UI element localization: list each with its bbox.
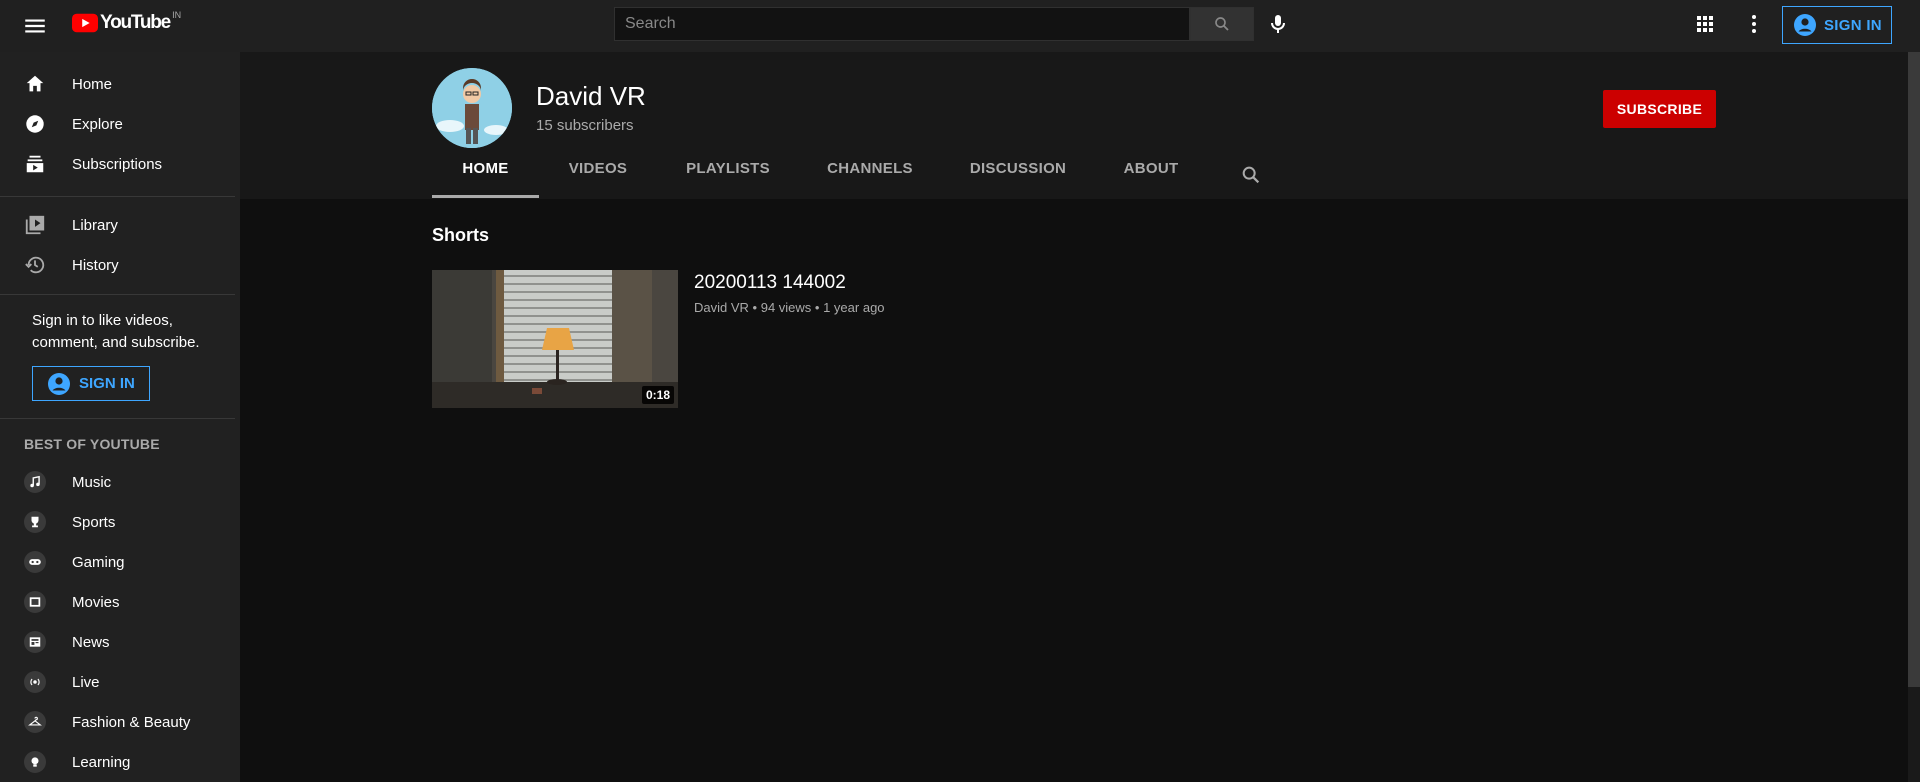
tab-videos[interactable]: VIDEOS	[566, 160, 630, 198]
logo-country-code: IN	[172, 10, 182, 20]
subscriptions-icon	[24, 153, 46, 175]
sidebar-item-movies[interactable]: Movies	[0, 582, 240, 622]
sidebar-item-label: Library	[72, 216, 118, 234]
best-of-youtube-heading: BEST OF YOUTUBE	[24, 436, 160, 452]
channel-avatar[interactable]	[432, 68, 512, 148]
trophy-icon	[24, 511, 46, 533]
video-thumbnail[interactable]: 0:18	[432, 270, 678, 408]
logo-text: YouTube	[100, 12, 171, 33]
tab-discussion[interactable]: DISCUSSION	[970, 160, 1066, 198]
video-upload-age: 1 year ago	[823, 300, 885, 315]
sidebar-item-home[interactable]: Home	[0, 64, 240, 104]
account-icon	[1794, 14, 1816, 36]
gaming-icon	[24, 551, 46, 573]
sign-in-prompt: Sign in to like videos, comment, and sub…	[32, 312, 200, 351]
sidebar-item-fashion-beauty[interactable]: Fashion & Beauty	[0, 702, 240, 742]
sidebar-item-label: Movies	[72, 593, 120, 611]
lightbulb-icon	[24, 751, 46, 773]
sidebar-item-sports[interactable]: Sports	[0, 502, 240, 542]
youtube-logo[interactable]: YouTube IN	[72, 10, 182, 34]
sidebar-item-label: Home	[72, 75, 113, 93]
video-channel-name[interactable]: David VR	[694, 300, 749, 315]
more-options-icon[interactable]	[1742, 12, 1766, 36]
sidebar-item-learning[interactable]: Learning	[0, 742, 240, 782]
sidebar-item-label: Sports	[72, 513, 116, 531]
hamburger-menu-icon[interactable]	[22, 13, 48, 39]
video-view-count: 94 views	[760, 300, 812, 315]
meta-separator: •	[752, 300, 761, 315]
sidebar-item-label: Fashion & Beauty	[72, 713, 191, 731]
sidebar-item-label: Gaming	[72, 553, 125, 571]
sidebar-item-label: News	[72, 633, 110, 651]
sidebar-item-library[interactable]: Library	[0, 205, 240, 245]
scrollbar-thumb[interactable]	[1908, 52, 1920, 687]
hanger-icon	[24, 711, 46, 733]
compass-icon	[24, 113, 46, 135]
tab-about[interactable]: ABOUT	[1124, 160, 1179, 198]
sidebar-item-gaming[interactable]: Gaming	[0, 542, 240, 582]
sidebar-sign-in-button[interactable]: SIGN IN	[32, 366, 150, 401]
sidebar-item-explore[interactable]: Explore	[0, 104, 240, 144]
sign-in-label: SIGN IN	[79, 375, 135, 392]
tab-channels[interactable]: CHANNELS	[827, 160, 912, 198]
sidebar-item-label: History	[72, 256, 119, 274]
sign-in-label: SIGN IN	[1824, 16, 1882, 34]
library-icon	[24, 214, 46, 236]
sidebar-item-history[interactable]: History	[0, 245, 240, 285]
video-duration: 0:18	[641, 386, 674, 404]
top-bar: YouTube IN Search SIGN IN	[0, 0, 1920, 52]
sidebar-divider	[0, 294, 235, 295]
search-button[interactable]	[1190, 7, 1254, 41]
channel-name: David VR	[536, 81, 646, 111]
sidebar-item-label: Subscriptions	[72, 155, 163, 173]
shelf-title: Shorts	[432, 225, 490, 245]
account-icon	[48, 372, 70, 395]
sidebar-item-label: Music	[72, 473, 112, 491]
meta-separator: •	[814, 300, 824, 315]
video-title[interactable]: 20200113 144002	[694, 272, 846, 294]
news-icon	[24, 631, 46, 653]
tab-home[interactable]: HOME	[432, 160, 539, 198]
search-icon	[1215, 17, 1229, 31]
sign-in-button[interactable]: SIGN IN	[1782, 6, 1892, 44]
channel-search-icon[interactable]	[1240, 164, 1262, 186]
youtube-play-icon	[72, 13, 98, 33]
sidebar-item-label: Explore	[72, 115, 123, 133]
apps-grid-icon[interactable]	[1693, 12, 1717, 36]
sidebar-divider	[0, 418, 235, 419]
sidebar-item-label: Learning	[72, 753, 131, 771]
subscribe-button[interactable]: SUBSCRIBE	[1603, 90, 1716, 128]
video-metadata: David VR • 94 views • 1 year ago	[694, 300, 885, 315]
sidebar-item-music[interactable]: Music	[0, 462, 240, 502]
sidebar-divider	[0, 196, 235, 197]
tab-playlists[interactable]: PLAYLISTS	[686, 160, 770, 198]
subscriber-count: 15 subscribers	[536, 117, 634, 134]
sidebar: Home Explore Subscriptions Library Histo…	[0, 52, 240, 782]
movies-icon	[24, 591, 46, 613]
microphone-icon[interactable]	[1266, 12, 1290, 36]
live-icon	[24, 671, 46, 693]
sidebar-item-label: Live	[72, 673, 100, 691]
sidebar-item-subscriptions[interactable]: Subscriptions	[0, 144, 240, 184]
home-icon	[24, 73, 46, 95]
search-input[interactable]: Search	[614, 7, 1190, 41]
music-icon	[24, 471, 46, 493]
history-icon	[24, 254, 46, 276]
sidebar-item-news[interactable]: News	[0, 622, 240, 662]
sidebar-item-live[interactable]: Live	[0, 662, 240, 702]
search-placeholder: Search	[625, 15, 676, 32]
